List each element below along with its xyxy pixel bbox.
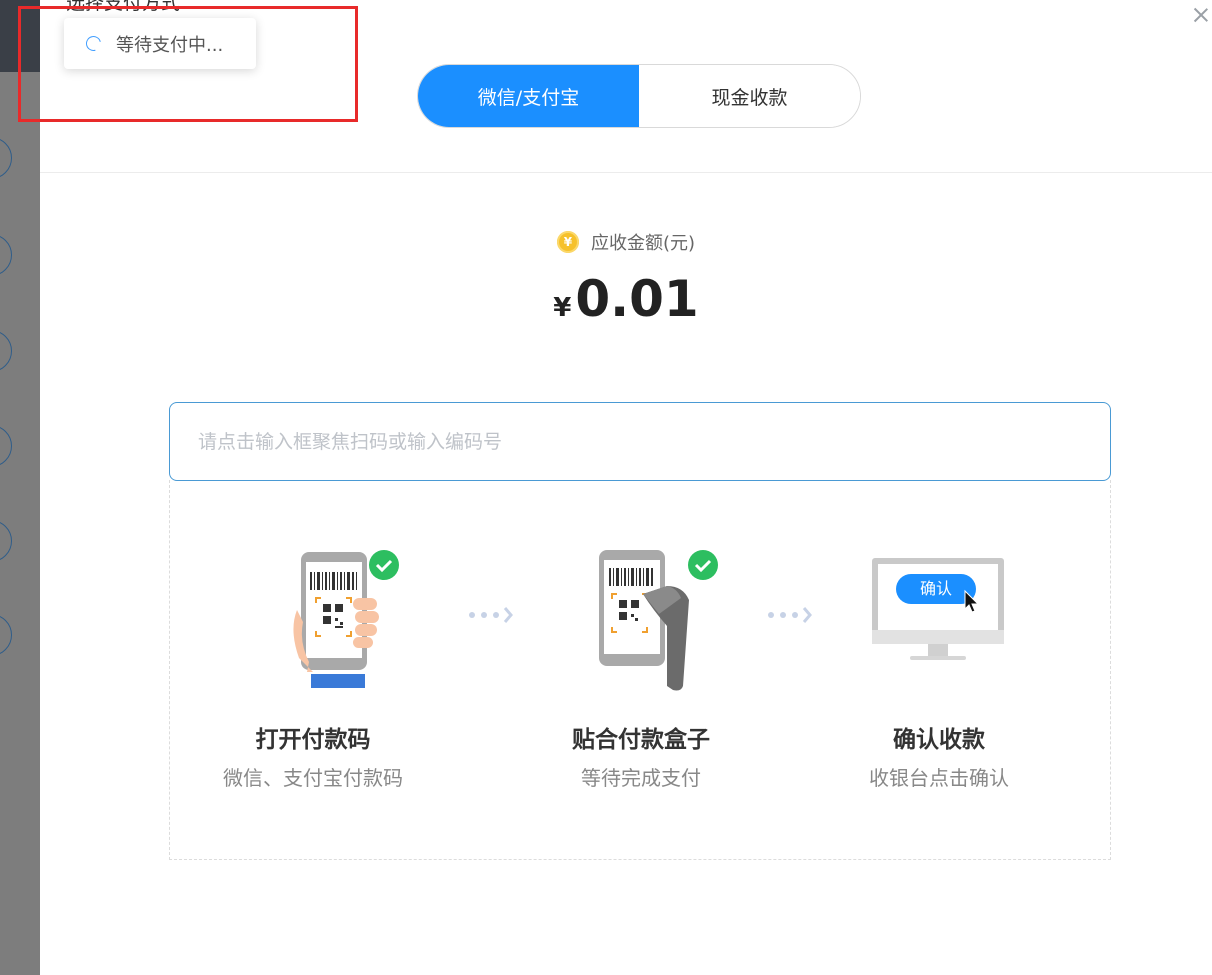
backdrop-circle-icon: [0, 614, 12, 656]
amount-label: 应收金额(元): [590, 233, 696, 254]
backdrop-circle-icon: [0, 137, 12, 179]
phone-qr-hand-icon: [293, 550, 399, 688]
tab-cash[interactable]: 现金收款: [639, 65, 860, 127]
backdrop-circle-icon: [0, 425, 12, 467]
amount-display: ¥ 0.01: [40, 270, 1212, 328]
backdrop-header: [0, 0, 40, 72]
currency-symbol: ¥: [553, 293, 572, 323]
step-title: 确认收款: [893, 727, 985, 753]
step-title: 贴合付款盒子: [572, 727, 710, 753]
loading-toast: 等待支付中...: [64, 18, 256, 69]
payment-method-tabs: 微信/支付宝 现金收款: [417, 64, 861, 128]
tab-wechat-alipay[interactable]: 微信/支付宝: [418, 65, 639, 127]
header-divider: [40, 172, 1212, 173]
backdrop-circle-icon: [0, 330, 12, 372]
coin-icon: ¥: [556, 231, 579, 253]
backdrop-circle-icon: [0, 520, 12, 562]
step-arrow-icon: [469, 607, 513, 623]
payment-modal: 选择支付方式 等待支付中... 微信/支付宝 现金收款 ¥ 应收金额(元) ¥ …: [18, 0, 1212, 975]
toast-text: 等待支付中...: [116, 34, 224, 56]
phone-scanner-icon: [599, 550, 718, 691]
monitor-confirm-icon: 确认: [870, 548, 1006, 668]
step-subtitle: 微信、支付宝付款码: [223, 766, 403, 790]
backdrop-circle-icon: [0, 234, 12, 276]
modal-title: 选择支付方式: [66, 0, 181, 14]
scan-code-input[interactable]: [169, 402, 1111, 481]
steps-panel: 打开付款码 微信、支付宝付款码 贴合付款盒子 等待完成支付 确认 确认收款 收银…: [169, 480, 1111, 860]
step-subtitle: 收银台点击确认: [869, 766, 1009, 790]
confirm-button-label: 确认: [919, 579, 952, 598]
amount-value: 0.01: [575, 270, 699, 328]
close-icon[interactable]: [1190, 4, 1212, 26]
step-subtitle: 等待完成支付: [581, 766, 701, 790]
spinner-icon: [83, 33, 104, 54]
step-title: 打开付款码: [255, 727, 371, 753]
amount-label-row: ¥ 应收金额(元): [40, 229, 1212, 255]
step-arrow-icon: [768, 607, 812, 623]
